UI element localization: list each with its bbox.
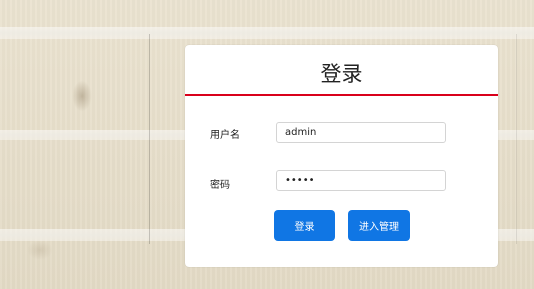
title-divider	[185, 94, 498, 96]
password-input[interactable]	[276, 170, 446, 191]
login-button[interactable]: 登录	[274, 210, 335, 241]
page-title: 登录	[320, 62, 363, 86]
background-fold-line	[516, 34, 517, 244]
password-label: 密码	[210, 180, 230, 191]
username-input[interactable]	[276, 122, 446, 143]
background-paper-band	[0, 27, 534, 39]
username-label: 用户名	[210, 130, 240, 141]
background-fold-line	[149, 34, 150, 244]
admin-button[interactable]: 进入管理	[348, 210, 410, 241]
login-card: 登录 用户名 密码 登录 进入管理	[185, 45, 498, 267]
